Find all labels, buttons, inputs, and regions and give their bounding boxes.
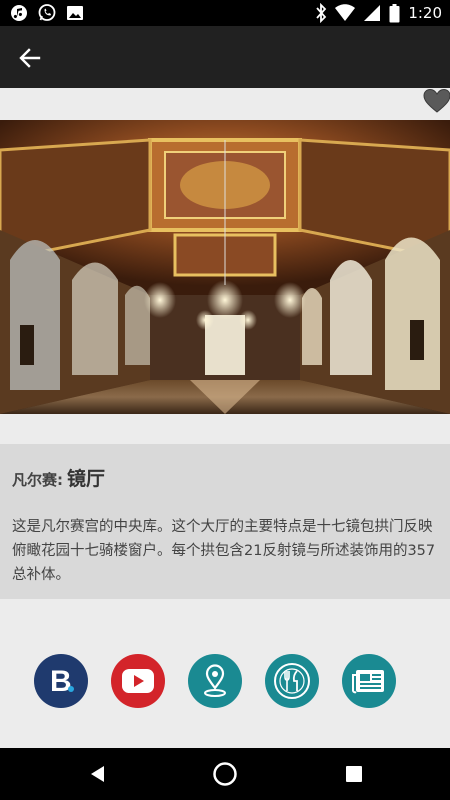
heart-icon: [423, 88, 450, 113]
restaurant-button[interactable]: [265, 654, 319, 708]
action-row: B: [0, 654, 450, 710]
youtube-button[interactable]: [111, 654, 165, 708]
back-button[interactable]: [14, 42, 46, 74]
favorite-button[interactable]: [423, 88, 450, 114]
nav-back-button[interactable]: [86, 762, 110, 786]
image-icon: [67, 6, 83, 20]
back-triangle-icon: [91, 766, 104, 782]
title-main: 镜厅: [67, 468, 106, 490]
cell-signal-icon: [364, 5, 381, 21]
booking-b-icon: B: [50, 665, 74, 697]
attraction-info: 凡尔赛: 镜厅 这是凡尔赛宫的中央库。这个大厅的主要特点是十七镜包拱门反映俯瞰花…: [0, 444, 450, 599]
status-right-icons: 1:20: [315, 3, 442, 23]
battery-icon: [389, 3, 400, 22]
music-app-icon: [11, 5, 27, 21]
wifi-icon: [335, 4, 356, 21]
fork-knife-icon: [274, 663, 310, 699]
arrow-left-icon: [19, 48, 41, 68]
title-prefix: 凡尔赛:: [12, 471, 63, 489]
news-button[interactable]: [342, 654, 396, 708]
hall-of-mirrors-photo: [0, 120, 450, 414]
svg-text:B: B: [50, 665, 72, 697]
app-bar: [0, 26, 450, 88]
recents-square-icon: [346, 766, 362, 782]
bluetooth-icon: [316, 3, 327, 23]
status-left-icons: [10, 4, 84, 22]
nav-recents-button[interactable]: [342, 762, 366, 786]
nav-home-button[interactable]: [212, 761, 238, 787]
status-bar: 1:20: [0, 0, 450, 26]
youtube-play-icon: [122, 669, 154, 693]
newspaper-icon: [352, 670, 384, 694]
map-button[interactable]: [188, 654, 242, 708]
navigation-bar: [0, 748, 450, 800]
booking-button[interactable]: B: [34, 654, 88, 708]
whatsapp-icon: [38, 4, 56, 21]
map-pin-icon: [204, 664, 226, 697]
attraction-title: 凡尔赛: 镜厅: [12, 464, 438, 491]
attraction-description: 这是凡尔赛宫的中央库。这个大厅的主要特点是十七镜包拱门反映俯瞰花园十七骑楼窗户。…: [12, 519, 436, 583]
status-time: 1:20: [408, 4, 442, 22]
home-circle-icon: [213, 762, 237, 786]
